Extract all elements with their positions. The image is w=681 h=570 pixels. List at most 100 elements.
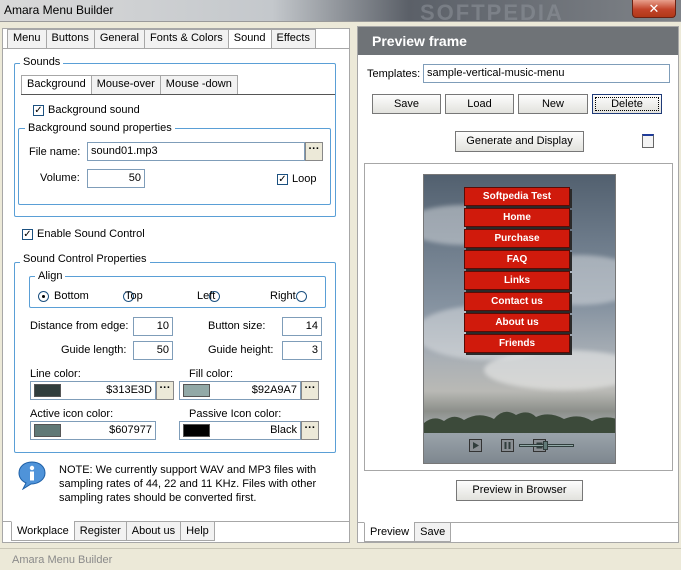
info-icon [17, 460, 47, 491]
line-color-picker-button[interactable]: ··· [156, 381, 174, 400]
button-size-input[interactable]: 14 [282, 317, 322, 336]
subtab-mouse-down[interactable]: Mouse -down [159, 75, 238, 95]
align-bottom-label: Bottom [54, 290, 89, 302]
delete-button[interactable]: Delete [592, 94, 662, 114]
preview-menu-item[interactable]: Softpedia Test [464, 187, 570, 206]
templates-label: Templates: [367, 68, 421, 80]
align-left-label: Left [197, 290, 216, 302]
preview-menu-item[interactable]: Purchase [464, 229, 570, 248]
line-color-field[interactable]: $313E3D [30, 381, 156, 400]
line-color-value: $313E3D [106, 384, 152, 396]
fill-color-picker-button[interactable]: ··· [301, 381, 319, 400]
background-sound-label: Background sound [48, 104, 140, 116]
enable-sound-control-checkbox[interactable]: ✓ [22, 229, 33, 240]
volume-label: Volume: [40, 172, 80, 184]
top-tab-strip: Menu Buttons General Fonts & Colors Soun… [7, 29, 316, 49]
subtab-background[interactable]: Background [21, 75, 92, 95]
active-icon-color-value: $607977 [109, 424, 152, 436]
tab-preview[interactable]: Preview [364, 522, 416, 542]
save-button[interactable]: Save [372, 94, 441, 114]
align-bottom-radio[interactable] [38, 291, 49, 302]
play-icon[interactable] [469, 439, 482, 452]
preview-menu-item[interactable]: Links [464, 271, 570, 290]
align-top-label: Top [125, 290, 143, 302]
guide-length-input[interactable]: 50 [133, 341, 173, 360]
loop-label: Loop [292, 173, 317, 185]
tab-buttons[interactable]: Buttons [45, 29, 95, 49]
status-text: Amara Menu Builder [12, 554, 113, 566]
tab-register[interactable]: Register [73, 521, 127, 541]
passive-icon-color-label: Passive Icon color: [189, 408, 282, 420]
align-title: Align [35, 270, 66, 282]
sounds-subtab-strip: Background Mouse-over Mouse -down [21, 75, 238, 95]
passive-icon-color-swatch [183, 424, 210, 437]
tab-divider [3, 48, 349, 49]
preview-panel: Preview frame Templates: sample-vertical… [357, 26, 679, 543]
fill-color-swatch [183, 384, 210, 397]
preview-menu-item[interactable]: FAQ [464, 250, 570, 269]
sound-control-properties-title: Sound Control Properties [20, 253, 150, 265]
bottom-left-tab-strip: Workplace Register About us Help [11, 521, 215, 541]
tab-menu[interactable]: Menu [7, 29, 47, 49]
tab-save[interactable]: Save [414, 522, 452, 542]
volume-handle[interactable] [543, 441, 548, 450]
background-sound-properties-group [18, 128, 331, 205]
title-bar: Amara Menu Builder SOFTPEDIA ✕ [0, 0, 681, 25]
tab-effects[interactable]: Effects [270, 29, 316, 49]
generate-display-button[interactable]: Generate and Display [455, 131, 584, 152]
preview-menu-item[interactable]: Contact us [464, 292, 570, 311]
distance-label: Distance from edge: [30, 320, 129, 332]
line-color-label: Line color: [30, 368, 81, 380]
file-name-input[interactable]: sound01.mp3 [87, 142, 305, 161]
enable-sound-control-label: Enable Sound Control [37, 228, 145, 240]
browse-file-button[interactable]: ··· [305, 142, 323, 161]
fill-color-label: Fill color: [189, 368, 234, 380]
button-size-label: Button size: [208, 320, 266, 332]
tab-sound[interactable]: Sound [227, 29, 272, 49]
passive-icon-color-picker-button[interactable]: ··· [301, 421, 319, 440]
subtab-divider [21, 94, 335, 95]
note-text: NOTE: We currently support WAV and MP3 f… [59, 464, 317, 504]
pause-icon[interactable] [501, 439, 515, 452]
preview-area: Softpedia Test Home Purchase FAQ Links Contac… [364, 163, 673, 471]
new-button[interactable]: New [518, 94, 588, 114]
subtab-mouse-over[interactable]: Mouse-over [90, 75, 161, 95]
window-icon[interactable] [642, 134, 654, 148]
preview-menu-item[interactable]: Friends [464, 334, 570, 353]
sound-control-bar [469, 438, 589, 454]
preview-menu-item[interactable]: Home [464, 208, 570, 227]
line-color-swatch [34, 384, 61, 397]
templates-input[interactable]: sample-vertical-music-menu [423, 64, 670, 83]
loop-checkbox[interactable]: ✓ [277, 174, 288, 185]
align-right-label: Right [270, 290, 296, 302]
tab-workplace[interactable]: Workplace [11, 521, 75, 541]
sounds-group-title: Sounds [20, 56, 64, 68]
settings-panel: Menu Buttons General Fonts & Colors Soun… [2, 28, 350, 543]
passive-icon-color-value: Black [270, 424, 297, 436]
tab-general[interactable]: General [93, 29, 145, 49]
preview-menu-item[interactable]: About us [464, 313, 570, 332]
background-sound-properties-title: Background sound properties [25, 122, 175, 134]
active-icon-color-field[interactable]: $607977 [30, 421, 156, 440]
preview-frame-header: Preview frame [358, 27, 678, 55]
file-name-label: File name: [29, 146, 81, 158]
volume-input[interactable]: 50 [87, 169, 145, 188]
guide-length-label: Guide length: [61, 344, 127, 356]
guide-height-label: Guide height: [208, 344, 274, 356]
load-button[interactable]: Load [445, 94, 514, 114]
fill-color-field[interactable]: $92A9A7 [179, 381, 301, 400]
background-sound-checkbox[interactable]: ✓ [33, 105, 44, 116]
distance-input[interactable]: 10 [133, 317, 173, 336]
window-title: Amara Menu Builder [4, 3, 114, 17]
status-bar: Amara Menu Builder [0, 548, 681, 570]
passive-icon-color-field[interactable]: Black [179, 421, 301, 440]
active-icon-color-label: Active icon color: [30, 408, 114, 420]
watermark: SOFTPEDIA [420, 0, 564, 25]
guide-height-input[interactable]: 3 [282, 341, 322, 360]
tab-about-us[interactable]: About us [125, 521, 182, 541]
preview-in-browser-button[interactable]: Preview in Browser [456, 480, 583, 501]
close-button[interactable]: ✕ [632, 0, 676, 18]
tab-fonts-colors[interactable]: Fonts & Colors [143, 29, 229, 49]
bottom-right-tab-strip: Preview Save [364, 522, 452, 542]
tab-help[interactable]: Help [180, 521, 215, 541]
